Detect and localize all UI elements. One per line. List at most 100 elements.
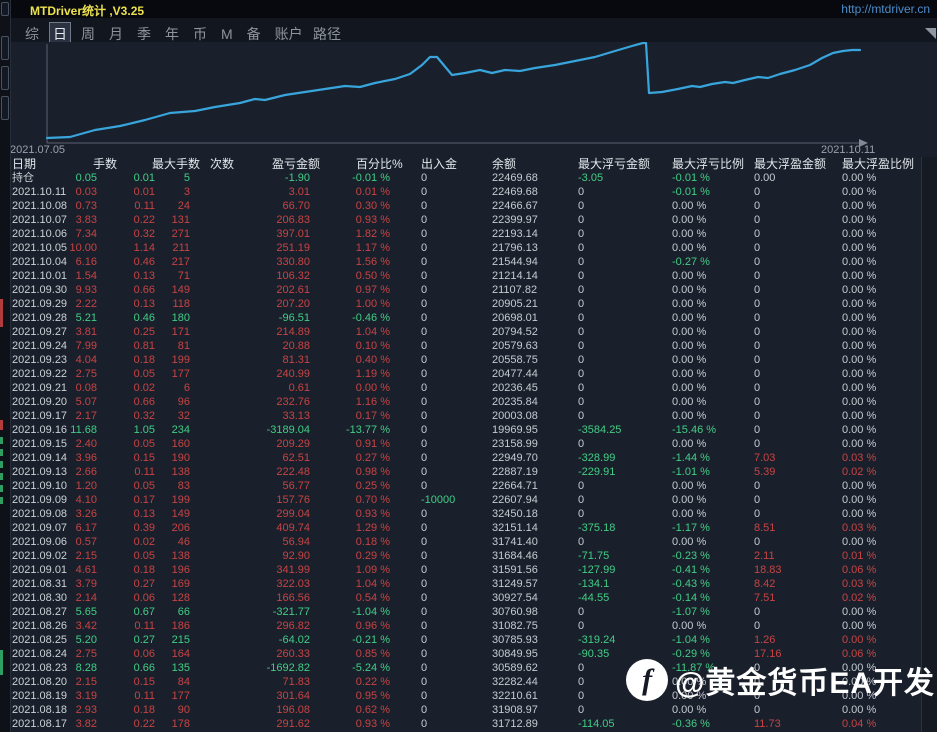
table-row[interactable]: 2021.09.23 4.04 0.18 199 81.31 0.40 % 0 20558.7… [0,353,922,367]
cell: -3584.25 [578,424,622,436]
cell: 32282.44 [492,676,538,688]
cell: 1.82 % [355,228,390,240]
table-row[interactable]: 2021.08.31 3.79 0.27 169 322.03 1.04 % 0 31249.… [0,577,922,591]
cell: 0.18 % [355,536,390,548]
header-cell: 最大浮亏比例 [672,157,745,171]
table-row[interactable]: 2021.08.26 3.42 0.11 186 296.82 0.96 % 0 31082.… [0,619,922,633]
table-row[interactable]: 2021.09.14 3.96 0.15 190 62.51 0.27 % 0 22949.7… [0,451,922,465]
cell: 0.00 % [672,312,707,324]
cell: 0.03 % [842,452,877,464]
cell: 0.00 % [672,382,707,394]
cell: 0 [578,228,585,240]
cell: 217 [171,256,190,268]
table-row[interactable]: 2021.09.15 2.40 0.05 160 209.29 0.91 % 0 23158.… [0,437,922,451]
table-row[interactable]: 2021.09.30 9.93 0.66 149 202.61 0.97 % 0 21107.… [0,283,922,297]
table-row[interactable]: 持仓 0.05 0.01 5 -1.90 -0.01 % 0 22469.68 -3.05 -0.… [0,171,922,185]
cell: 3.81 [75,326,97,338]
cell: 232.76 [276,396,310,408]
cell: 0.08 [75,382,97,394]
table-row[interactable]: 2021.09.20 5.07 0.66 96 232.76 1.16 % 0 20235.8… [0,395,922,409]
cell: 0.00 % [842,326,877,338]
cell: 0 [754,410,761,422]
cell: 0 [421,354,428,366]
cell: 0.00 % [842,438,877,450]
table-row[interactable]: 2021.10.07 3.83 0.22 131 206.83 0.93 % 0 22399.… [0,213,922,227]
cell: 0 [754,368,761,380]
table-row[interactable]: 2021.08.17 3.82 0.22 178 291.62 0.93 % 0 31712.… [0,717,922,731]
table-row[interactable]: 2021.09.21 0.08 0.02 6 0.61 0.00 % 0 20236.45 0 0… [0,381,922,395]
cell: 22193.14 [492,228,538,240]
cell: 0 [421,186,428,198]
cell: 1.09 % [355,564,390,576]
vertical-scrollbar[interactable] [921,157,937,732]
cell: 0.00 % [355,382,390,394]
cell: 3.42 [75,620,97,632]
table-row[interactable]: 2021.09.01 4.61 0.18 196 341.99 1.09 % 0 31591.… [0,563,922,577]
table-row[interactable]: 2021.09.22 2.75 0.05 177 240.99 1.19 % 0 20477.… [0,367,922,381]
cell: 202.61 [276,284,310,296]
table-row[interactable]: 2021.09.16 11.68 1.05 234 -3189.04 -13.77 % 0 1… [0,423,922,437]
table-row[interactable]: 2021.10.08 0.73 0.11 24 66.70 0.30 % 0 22466.67… [0,199,922,213]
cell: 0.03 [75,186,97,198]
cell: 0 [754,606,761,618]
cell: 0.00 % [842,354,877,366]
cell: 169 [171,578,190,590]
table-row[interactable]: 2021.09.07 6.17 0.39 206 409.74 1.29 % 0 32151.… [0,521,922,535]
cell: 5.20 [75,634,97,646]
table-row[interactable]: 2021.08.25 5.20 0.27 215 -64.02 -0.21 % 0 30785… [0,633,922,647]
table-row[interactable]: 2021.09.29 2.22 0.13 118 207.20 1.00 % 0 20905.… [0,297,922,311]
table-row[interactable]: 2021.09.13 2.66 0.11 138 222.48 0.98 % 0 22887.… [0,465,922,479]
cell: -64.02 [278,634,310,646]
table-row[interactable]: 2021.10.01 1.54 0.13 71 106.32 0.50 % 0 21214.1… [0,269,922,283]
cell: 0 [578,676,585,688]
cell: 0.00 % [842,256,877,268]
cell: 199 [171,494,190,506]
table-row[interactable]: 2021.09.09 4.10 0.17 199 157.76 0.70 % -10000 2… [0,493,922,507]
table-row[interactable]: 2021.10.05 10.00 1.14 211 251.19 1.17 % 0 21796… [0,241,922,255]
table-row[interactable]: 2021.09.17 2.17 0.32 32 33.13 0.17 % 0 20003.08… [0,409,922,423]
table-row[interactable]: 2021.10.06 7.34 0.32 271 397.01 1.82 % 0 22193.… [0,227,922,241]
cell: 0.06 % [842,564,877,576]
table-row[interactable]: 2021.09.27 3.81 0.25 171 214.89 1.04 % 0 20794.… [0,325,922,339]
cell: 0 [421,368,428,380]
edge-tick [0,497,3,504]
cell: 0.00 % [672,396,707,408]
cell: 0.00 % [672,354,707,366]
panel-box [1,96,9,120]
edge-tick [0,299,3,327]
cell: 0.00 % [842,340,877,352]
table-row[interactable]: 2021.08.30 2.14 0.06 128 166.56 0.54 % 0 30927.… [0,591,922,605]
cell: 211 [172,242,190,254]
cell: 66 [177,606,190,618]
cell: 8.51 [754,522,776,534]
cell: 0 [421,424,428,436]
table-row[interactable]: 2021.10.11 0.03 0.01 3 3.01 0.01 % 0 22469.68 0-… [0,185,922,199]
cell: 84 [177,676,190,688]
cell: 0.97 % [355,284,390,296]
table-row[interactable]: 2021.09.08 3.26 0.13 149 299.04 0.93 % 0 32450.… [0,507,922,521]
table-row[interactable]: 2021.10.04 6.16 0.46 217 330.80 1.56 % 0 21544.… [0,255,922,269]
cell: 207.20 [276,298,310,310]
table-row[interactable]: 2021.09.02 2.15 0.05 138 92.90 0.29 % 0 31684.4… [0,549,922,563]
cell: 0 [421,578,428,590]
cell: 0 [421,536,428,548]
table-row[interactable]: 2021.09.06 0.57 0.02 46 56.94 0.18 % 0 31741.40… [0,535,922,549]
cell: 4.10 [75,494,97,506]
cell: 1.29 % [355,522,390,534]
cell: 0 [754,298,761,310]
cell: 0 [421,438,428,450]
table-row[interactable]: 2021.08.27 5.65 0.67 66 -321.77 -1.04 % 0 30760… [0,605,922,619]
cell: 0 [421,634,428,646]
cell: 0 [578,508,585,520]
table-row[interactable]: 2021.08.18 2.93 0.18 90 196.08 0.62 % 0 31908.9… [0,703,922,717]
table-row[interactable]: 2021.09.24 7.99 0.81 81 20.88 0.10 % 0 20579.63… [0,339,922,353]
cell: 0.04 % [842,718,877,730]
cell: 0 [421,620,428,632]
cell: 7.51 [754,592,776,604]
table-row[interactable]: 2021.09.28 5.21 0.46 180 -96.51 -0.46 % 0 20698… [0,311,922,325]
table-row[interactable]: 2021.09.10 1.20 0.05 83 56.77 0.25 % 0 22664.71… [0,479,922,493]
cell: 0.00 % [672,438,707,450]
cell: 66.70 [282,200,310,212]
cell: 0.00 % [672,270,707,282]
cell: 330.80 [276,256,310,268]
